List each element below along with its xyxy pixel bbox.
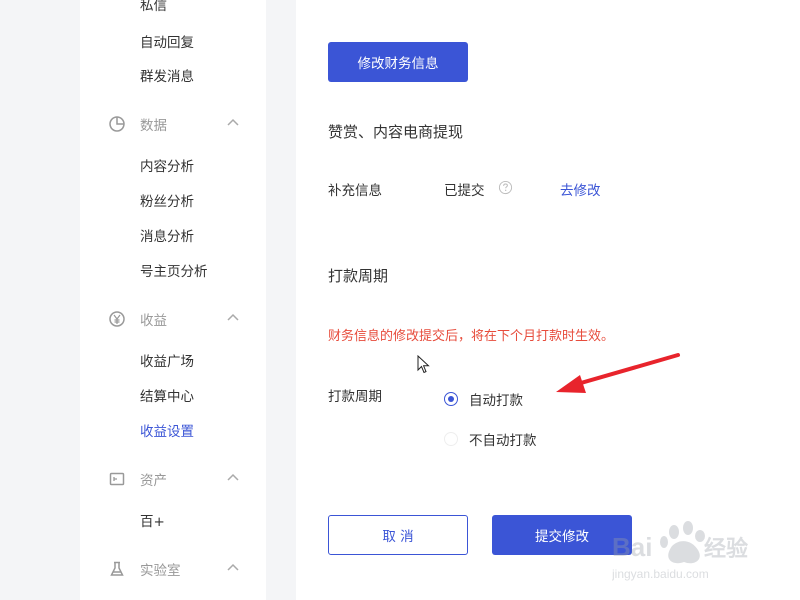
submit-button[interactable]: 提交修改 — [492, 515, 632, 555]
supplement-label: 补充信息 — [328, 183, 382, 199]
sidebar-group-income[interactable]: 收益 — [108, 308, 240, 330]
sidebar-group-label: 实验室 — [140, 563, 181, 579]
radio-button[interactable] — [444, 392, 458, 406]
help-icon[interactable] — [498, 180, 513, 195]
svg-text:经验: 经验 — [704, 536, 748, 561]
sidebar-item-income-square[interactable]: 收益广场 — [140, 350, 194, 370]
supplement-edit-link[interactable]: 去修改 — [560, 179, 601, 199]
wallet-icon — [108, 470, 126, 488]
payout-cycle-label: 打款周期 — [328, 389, 382, 405]
radio-auto-payout[interactable]: 自动打款 — [444, 389, 523, 409]
baidu-watermark-logo: Bai 经验 jingyan.baidu.com — [612, 521, 748, 581]
supplement-status: 已提交 — [444, 183, 485, 199]
sidebar-group-lab[interactable]: 实验室 — [108, 558, 240, 580]
edit-finance-button[interactable]: 修改财务信息 — [328, 42, 468, 82]
yen-icon — [108, 310, 126, 328]
sidebar-item-fans-analysis[interactable]: 粉丝分析 — [140, 190, 194, 210]
sidebar: 私信 自动回复 群发消息 数据 内容分析 粉丝分析 消息分析 号主页分析 收益 … — [80, 0, 266, 600]
sidebar-item-auto-reply[interactable]: 自动回复 — [140, 31, 194, 51]
radio-button[interactable] — [444, 432, 458, 446]
svg-text:Bai: Bai — [612, 532, 652, 562]
payout-section-title: 打款周期 — [328, 267, 389, 285]
radio-manual-payout[interactable]: 不自动打款 — [444, 429, 537, 449]
cancel-button[interactable]: 取 消 — [328, 515, 468, 555]
reward-section-title: 赞赏、内容电商提现 — [328, 123, 464, 141]
sidebar-item-mass-message[interactable]: 群发消息 — [140, 65, 194, 85]
chevron-up-icon — [227, 563, 239, 571]
sidebar-group-data[interactable]: 数据 — [108, 113, 240, 135]
sidebar-group-label: 数据 — [140, 118, 167, 134]
pie-chart-icon — [108, 115, 126, 133]
sidebar-group-label: 收益 — [140, 313, 167, 329]
radio-label: 不自动打款 — [469, 433, 537, 449]
sidebar-item-private-message[interactable]: 私信 — [140, 0, 167, 14]
sidebar-item-homepage-analysis[interactable]: 号主页分析 — [140, 260, 208, 280]
warning-text: 财务信息的修改提交后，将在下个月打款时生效。 — [328, 329, 615, 344]
chevron-up-icon — [227, 118, 239, 126]
sidebar-item-income-settings[interactable]: 收益设置 — [140, 420, 194, 440]
sidebar-item-message-analysis[interactable]: 消息分析 — [140, 225, 194, 245]
radio-label: 自动打款 — [469, 393, 523, 409]
main-panel: 修改财务信息 赞赏、内容电商提现 补充信息 已提交 去修改 打款周期 财务信息的… — [296, 0, 800, 600]
chevron-up-icon — [227, 473, 239, 481]
watermark-url: jingyan.baidu.com — [612, 567, 709, 581]
sidebar-group-label: 资产 — [140, 473, 167, 489]
sidebar-item-settlement-center[interactable]: 结算中心 — [140, 385, 194, 405]
sidebar-group-assets[interactable]: 资产 — [108, 468, 240, 490]
flask-icon — [108, 560, 126, 578]
sidebar-item-content-analysis[interactable]: 内容分析 — [140, 155, 194, 175]
sidebar-item-baijia[interactable]: 百+ — [140, 510, 165, 530]
chevron-up-icon — [227, 313, 239, 321]
